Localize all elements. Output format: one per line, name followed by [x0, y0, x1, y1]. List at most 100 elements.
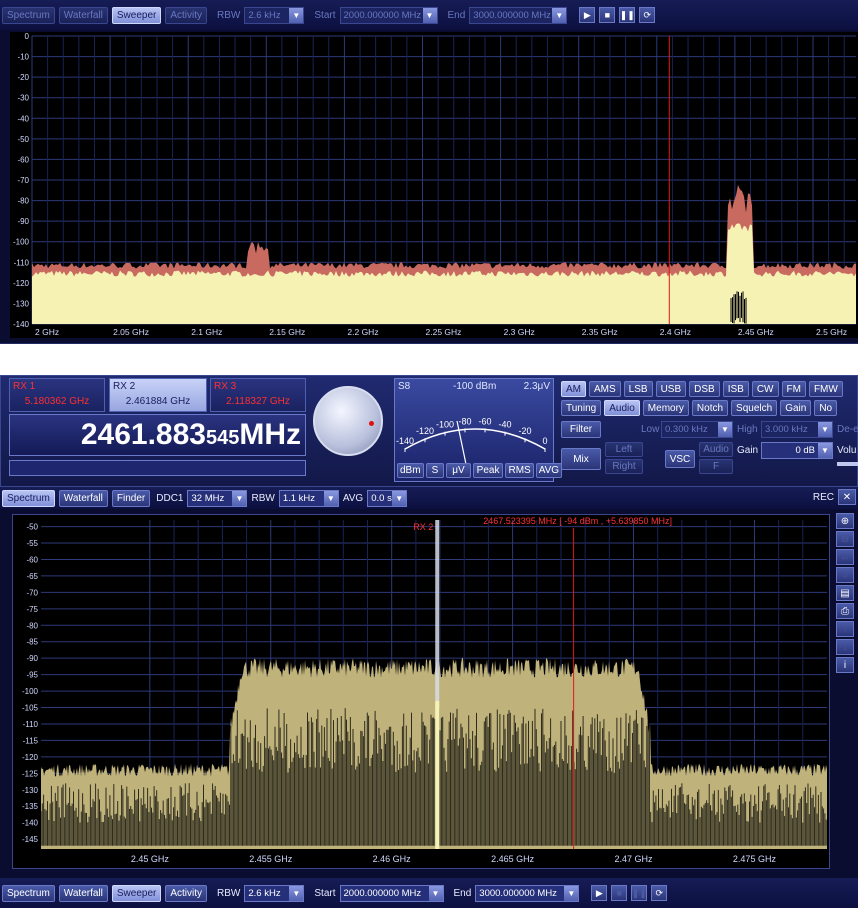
mode-fm-button[interactable]: FM: [781, 381, 806, 397]
sweeper-plot[interactable]: 0 -10 -20 -30 -40 -50 -60 -70 -80 -90 -100 -110 -120…: [10, 32, 858, 338]
mix-button[interactable]: Mix: [561, 448, 601, 470]
rx3-box[interactable]: RX 3 2.118327 GHz: [210, 378, 306, 412]
tab-memory[interactable]: Memory: [642, 400, 689, 416]
meter-dbm-button[interactable]: dBm: [397, 463, 424, 478]
left-channel-button[interactable]: Left: [605, 442, 643, 457]
y-tick-label: -75: [26, 605, 38, 614]
info-icon[interactable]: i: [836, 657, 854, 673]
rec-label[interactable]: REC: [813, 492, 834, 503]
marker-up-icon[interactable]: ↑: [836, 621, 854, 637]
high-select[interactable]: 3.000 kHz ▼: [761, 421, 833, 438]
tab-activity[interactable]: Activity: [165, 6, 208, 24]
tab-no[interactable]: No: [814, 400, 838, 416]
meter-rms-button[interactable]: RMS: [505, 463, 534, 478]
mode-am-button[interactable]: AM: [561, 381, 586, 397]
play-icon[interactable]: ▶: [579, 7, 596, 23]
end-value: 3000.000000 MHz: [479, 887, 557, 899]
vsc-button[interactable]: VSC: [665, 450, 695, 468]
y-tick-label: -90: [26, 654, 38, 663]
right-channel-button[interactable]: Right: [605, 459, 643, 474]
tab-sweeper[interactable]: Sweeper: [111, 6, 162, 24]
play-icon[interactable]: ▶: [591, 885, 608, 901]
mode-dsb-button[interactable]: DSB: [689, 381, 720, 397]
low-select[interactable]: 0.300 kHz ▼: [661, 421, 733, 438]
tab-notch[interactable]: Notch: [691, 400, 729, 416]
tab-tuning[interactable]: Tuning: [561, 400, 602, 416]
receiver-window: RX 1 5.180362 GHz RX 2 2.461884 GHz RX 3…: [0, 375, 858, 908]
audio-sub-button[interactable]: F: [699, 459, 733, 474]
zoom-out-icon[interactable]: ⊖: [836, 531, 854, 547]
meter-avg-button[interactable]: AVG: [535, 463, 563, 478]
volume-slider[interactable]: [837, 462, 858, 466]
spectrum-plot[interactable]: -50 -55 -60 -65 -70 -75 -80 -85 -90 -95 -100 -105 -1…: [12, 514, 830, 869]
y-tick-label: -130: [22, 786, 39, 795]
mode-cw-button[interactable]: CW: [751, 381, 779, 397]
print-icon[interactable]: ⎙: [836, 603, 854, 619]
refresh-icon[interactable]: ⟳: [639, 7, 656, 23]
rx1-box[interactable]: RX 1 5.180362 GHz: [9, 378, 105, 412]
x-tick-label: 2.4 GHz: [660, 327, 691, 337]
tab-squelch[interactable]: Squelch: [731, 400, 778, 416]
meter-uv-button[interactable]: μV: [446, 463, 471, 478]
rbw-select[interactable]: 1.1 kHz ▼: [278, 489, 339, 507]
filter-button[interactable]: Filter: [561, 421, 601, 438]
tab-waterfall[interactable]: Waterfall: [58, 6, 108, 24]
rbw-select[interactable]: 2.6 kHz ▼: [244, 884, 305, 902]
y-tick-label: -30: [17, 94, 29, 103]
audio-button[interactable]: Audio: [699, 442, 733, 457]
chevron-down-icon: ▼: [232, 490, 247, 506]
y-tick-label: -70: [17, 176, 29, 185]
rx2-box[interactable]: RX 2 2.461884 GHz: [109, 378, 207, 412]
save-icon[interactable]: ▤: [836, 585, 854, 601]
mode-fmw-button[interactable]: FMW: [808, 381, 843, 397]
frequency-display[interactable]: 2461.883545MHz: [9, 414, 306, 456]
ddc-select[interactable]: 32 MHz ▼: [187, 489, 248, 507]
high-label: High: [737, 424, 758, 435]
meter-s-button[interactable]: S: [425, 463, 445, 478]
start-field[interactable]: 2000.000000 MHz ▼: [339, 884, 444, 902]
tab-spectrum[interactable]: Spectrum: [2, 489, 55, 507]
start-value: 2000.000000 MHz: [343, 9, 422, 21]
y-tick-label: -125: [22, 769, 39, 778]
tab-sweeper[interactable]: Sweeper: [111, 884, 162, 902]
tab-finder[interactable]: Finder: [111, 489, 151, 507]
refresh-icon[interactable]: ⟳: [651, 885, 668, 901]
tab-gain[interactable]: Gain: [780, 400, 812, 416]
stop-icon[interactable]: ■: [611, 885, 628, 901]
end-field[interactable]: 3000.000000 MHz ▼: [469, 6, 568, 24]
close-panel-icon[interactable]: ✕: [838, 489, 856, 505]
mode-usb-button[interactable]: USB: [655, 381, 687, 397]
meter-scale-label: 0: [542, 436, 547, 446]
mode-buttons: AM AMS LSB USB DSB ISB CW FM FMW: [561, 381, 843, 397]
chevron-down-icon: ▼: [552, 7, 567, 23]
stop-icon[interactable]: ■: [599, 7, 616, 23]
y-tick-label: -140: [22, 819, 39, 828]
mode-isb-button[interactable]: ISB: [722, 381, 749, 397]
x-tick-label: 2.25 GHz: [426, 327, 462, 337]
x-tick-label: 2.475 GHz: [733, 854, 777, 864]
tab-waterfall[interactable]: Waterfall: [58, 489, 108, 507]
tab-waterfall[interactable]: Waterfall: [58, 884, 108, 902]
tab-spectrum[interactable]: Spectrum: [2, 6, 55, 24]
start-field[interactable]: 2000.000000 MHz ▼: [339, 6, 438, 24]
zoom-fit-icon[interactable]: ↔: [836, 549, 854, 565]
meter-peak-button[interactable]: Peak: [472, 463, 504, 478]
zoom-in-icon[interactable]: ⊕: [836, 513, 854, 529]
end-label: End: [447, 9, 466, 21]
tuning-knob[interactable]: [313, 386, 383, 456]
tab-spectrum[interactable]: Spectrum: [2, 884, 55, 902]
tab-audio[interactable]: Audio: [604, 400, 640, 416]
tab-activity[interactable]: Activity: [165, 884, 208, 902]
y-tick-label: -70: [26, 588, 38, 597]
y-tick-label: -80: [17, 197, 29, 206]
rbw-select[interactable]: 2.6 kHz ▼: [244, 6, 305, 24]
marker-down-icon[interactable]: ↓: [836, 639, 854, 655]
avg-select[interactable]: 0.0 s ▼: [367, 489, 408, 507]
gain-select[interactable]: 0 dB ▼: [761, 442, 833, 459]
pause-icon[interactable]: ❚❚: [631, 885, 648, 901]
zoom-reset-icon[interactable]: ○: [836, 567, 854, 583]
pause-icon[interactable]: ❚❚: [619, 7, 636, 23]
mode-ams-button[interactable]: AMS: [589, 381, 621, 397]
mode-lsb-button[interactable]: LSB: [623, 381, 653, 397]
end-field[interactable]: 3000.000000 MHz ▼: [475, 884, 580, 902]
